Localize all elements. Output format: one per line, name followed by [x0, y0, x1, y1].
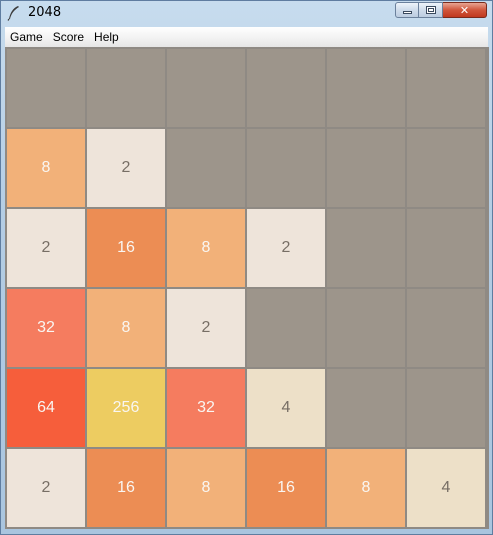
empty-cell	[327, 129, 405, 207]
empty-cell	[407, 369, 485, 447]
empty-cell	[407, 129, 485, 207]
tile-2: 2	[87, 129, 165, 207]
title-bar[interactable]: 2048 ✕	[1, 1, 492, 25]
tile-16: 16	[87, 449, 165, 527]
empty-cell	[327, 209, 405, 287]
empty-cell	[327, 369, 405, 447]
tile-32: 32	[7, 289, 85, 367]
close-button[interactable]: ✕	[443, 2, 487, 18]
empty-cell	[167, 129, 245, 207]
window-title: 2048	[28, 5, 62, 20]
tile-8: 8	[167, 449, 245, 527]
tile-8: 8	[87, 289, 165, 367]
menu-score[interactable]: Score	[48, 30, 89, 44]
tile-16: 16	[247, 449, 325, 527]
empty-cell	[247, 289, 325, 367]
empty-cell	[327, 49, 405, 127]
empty-cell	[7, 49, 85, 127]
tile-2: 2	[7, 449, 85, 527]
empty-cell	[247, 129, 325, 207]
tile-2: 2	[7, 209, 85, 287]
tile-256: 256	[87, 369, 165, 447]
menu-bar: Game Score Help	[5, 27, 488, 48]
tile-4: 4	[407, 449, 485, 527]
tile-16: 16	[87, 209, 165, 287]
tile-64: 64	[7, 369, 85, 447]
close-icon: ✕	[459, 4, 470, 17]
maximize-icon	[426, 6, 436, 14]
tile-2: 2	[167, 289, 245, 367]
minimize-icon	[403, 11, 412, 14]
empty-cell	[407, 209, 485, 287]
game-board: 8 2 2 16 8 2 32 8 2 64 256 32 4 2 16 8 16 8 4	[5, 47, 489, 529]
menu-help[interactable]: Help	[89, 30, 124, 44]
feather-icon	[7, 5, 21, 21]
tile-8: 8	[7, 129, 85, 207]
menu-game[interactable]: Game	[5, 30, 48, 44]
tile-8: 8	[327, 449, 405, 527]
maximize-button[interactable]	[419, 2, 443, 18]
empty-cell	[247, 49, 325, 127]
empty-cell	[407, 289, 485, 367]
tile-2: 2	[247, 209, 325, 287]
tile-8: 8	[167, 209, 245, 287]
empty-cell	[327, 289, 405, 367]
empty-cell	[407, 49, 485, 127]
tile-4: 4	[247, 369, 325, 447]
app-window: 2048 ✕ Game Score Help 8 2 2 16 8 2 32 8 2 64 256 3…	[0, 0, 493, 535]
empty-cell	[167, 49, 245, 127]
minimize-button[interactable]	[395, 2, 419, 18]
tile-32: 32	[167, 369, 245, 447]
window-controls: ✕	[395, 2, 487, 18]
empty-cell	[87, 49, 165, 127]
